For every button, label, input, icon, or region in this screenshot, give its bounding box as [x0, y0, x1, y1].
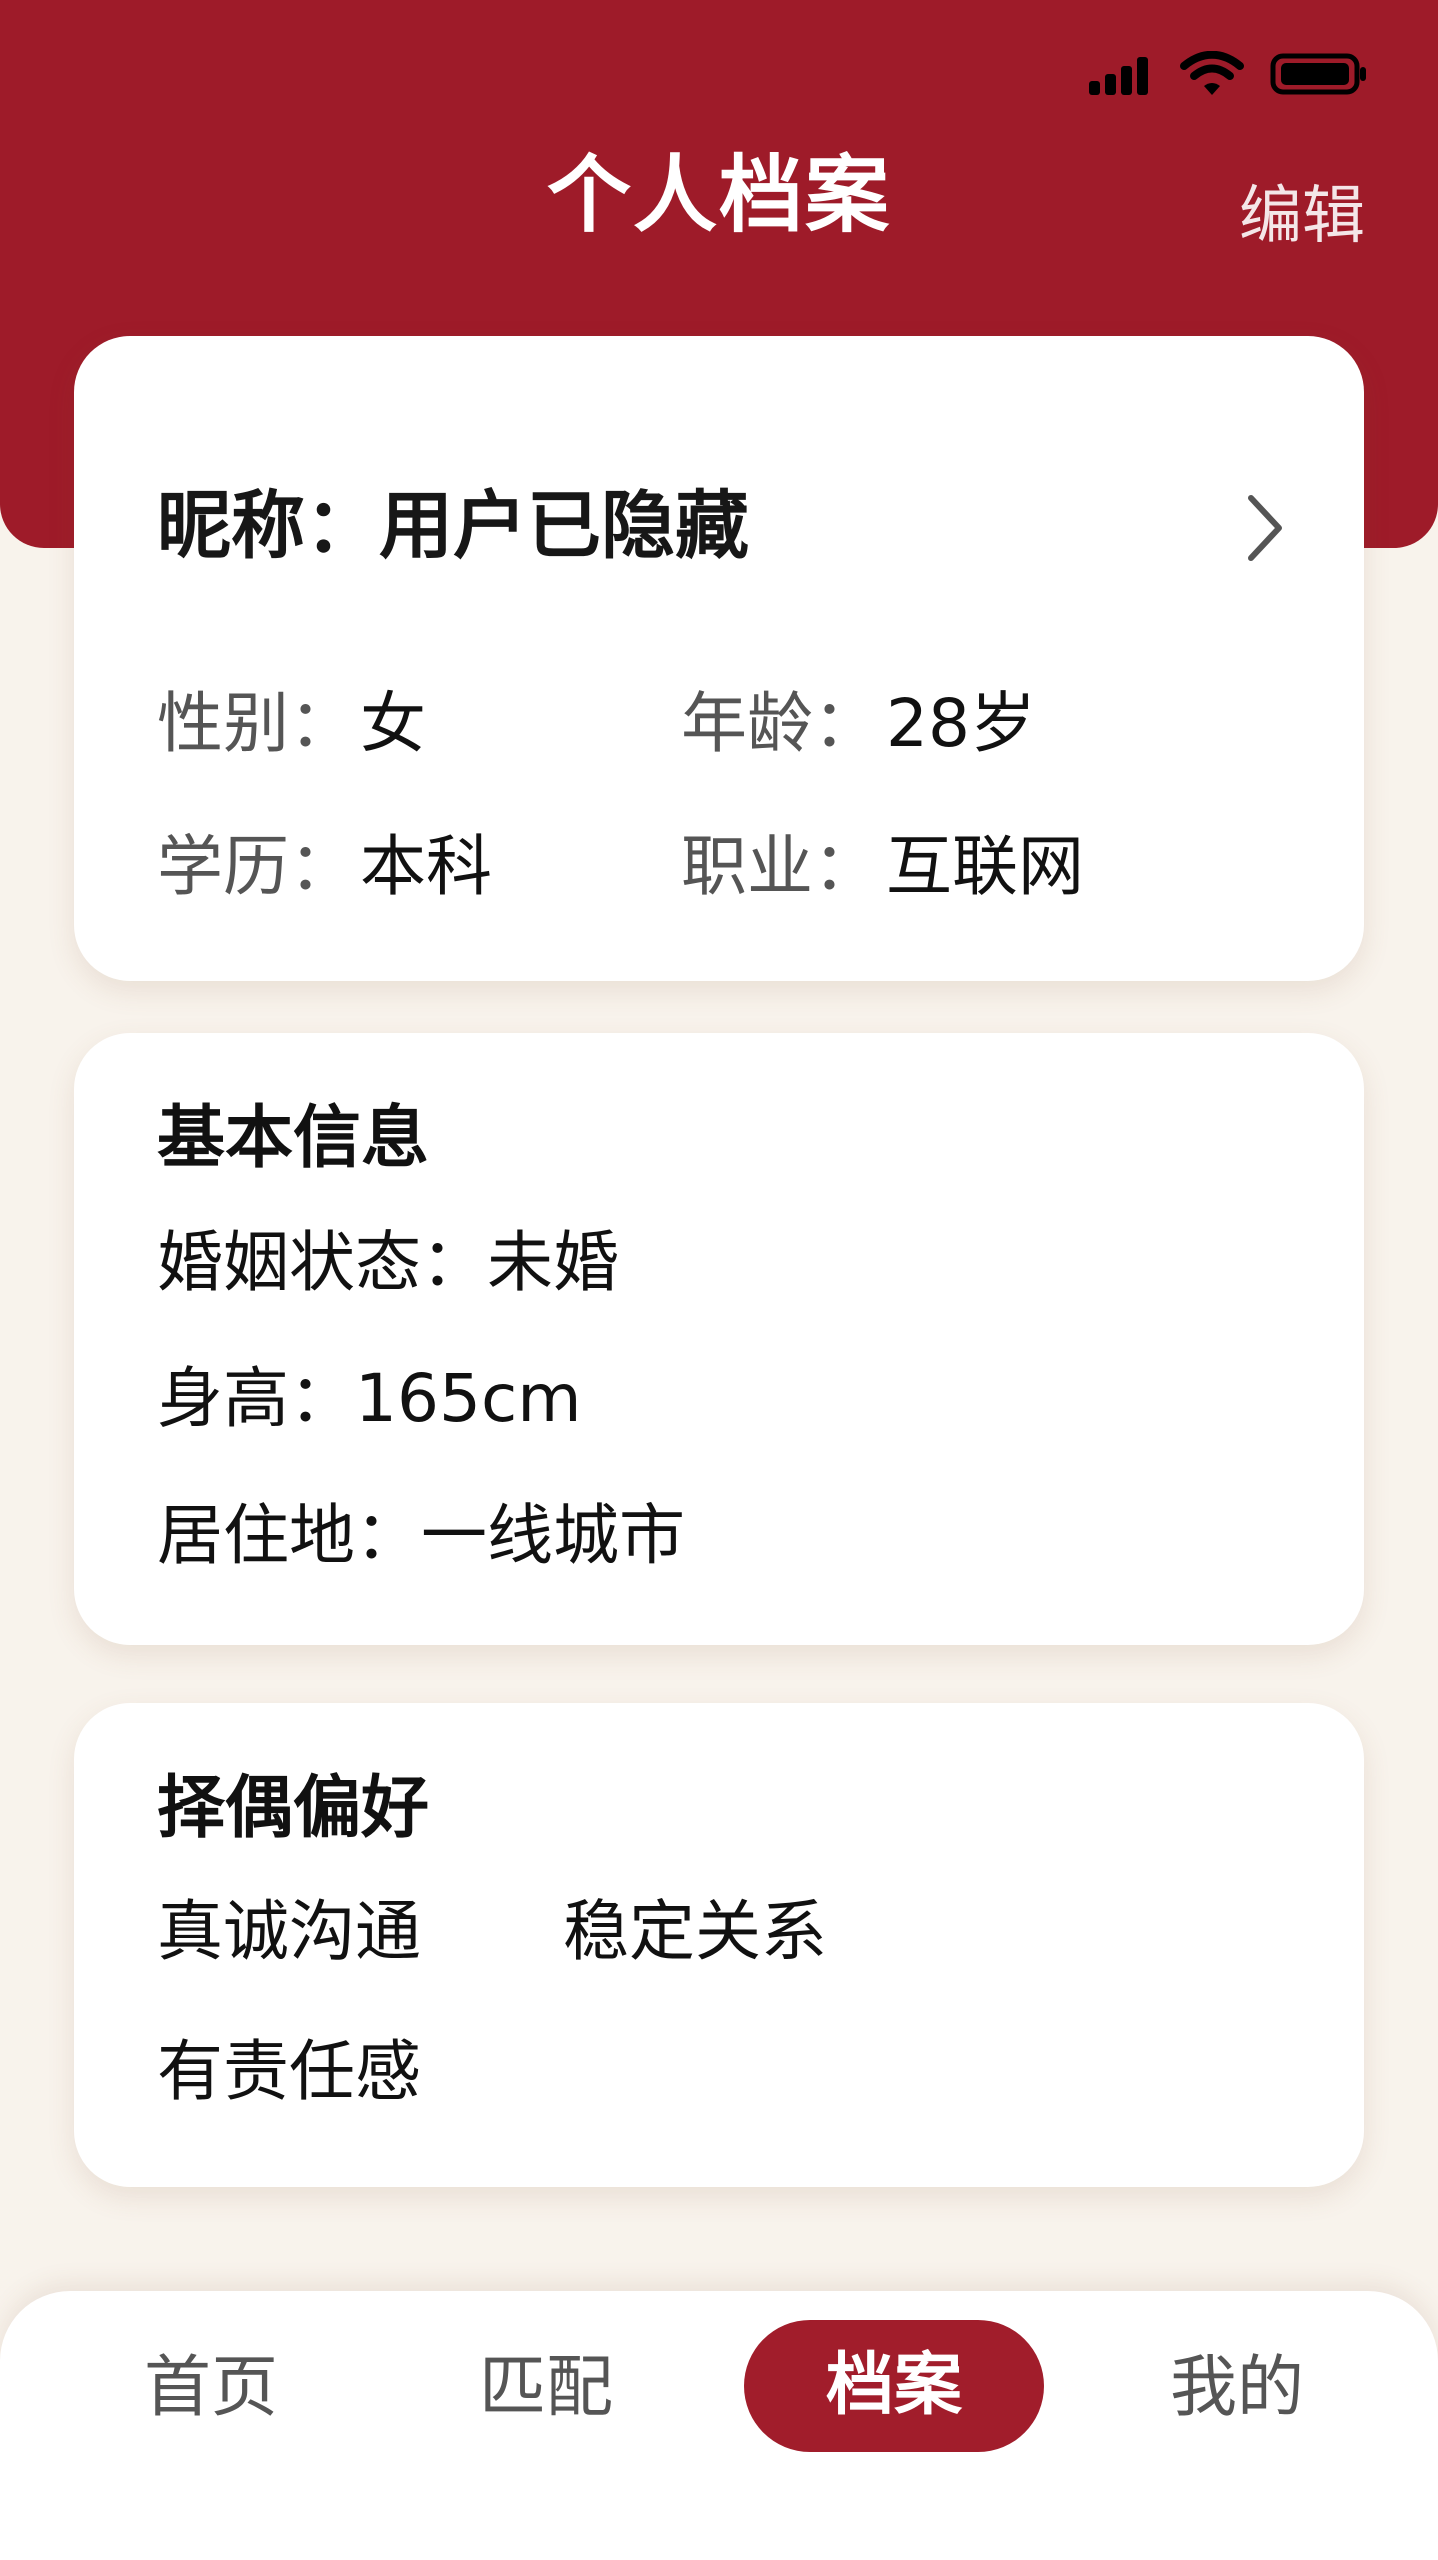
age-label: 年龄：	[681, 685, 879, 762]
occupation-label: 职业：	[681, 828, 879, 905]
chevron-right-icon[interactable]	[1237, 490, 1289, 566]
nav-match[interactable]: 匹配	[479, 2354, 613, 2421]
profile-screen: 个人档案 编辑 昵称：用户已隐藏 性别： 女 年龄： 28岁 学历： 本科 职业…	[0, 0, 1438, 2560]
preference-tag: 真诚沟通	[157, 1893, 421, 1970]
basic-info-title: 基本信息	[157, 1099, 430, 1178]
page-title: 个人档案	[546, 146, 891, 244]
partner-preferences-card: 择偶偏好 真诚沟通 稳定关系 有责任感	[74, 1703, 1364, 2187]
basic-info-card: 基本信息 婚姻状态：未婚 身高：165cm 居住地：一线城市	[74, 1033, 1364, 1645]
residence-info: 居住地：一线城市	[157, 1497, 685, 1574]
wifi-icon	[1180, 51, 1244, 97]
preference-tag: 有责任感	[157, 2033, 421, 2110]
nav-mine[interactable]: 我的	[1170, 2354, 1304, 2421]
nav-profile-active[interactable]: 档案	[744, 2320, 1044, 2452]
battery-icon	[1270, 52, 1369, 96]
edit-button[interactable]: 编辑	[1239, 184, 1365, 247]
education-value: 本科	[360, 828, 492, 905]
partner-preferences-title: 择偶偏好	[157, 1769, 430, 1848]
age-value: 28岁	[886, 685, 1036, 762]
gender-label: 性别：	[157, 685, 355, 762]
nav-home[interactable]: 首页	[144, 2354, 278, 2421]
status-bar	[1089, 46, 1369, 102]
marital-status: 婚姻状态：未婚	[157, 1224, 619, 1301]
profile-summary-card[interactable]: 昵称：用户已隐藏 性别： 女 年龄： 28岁 学历： 本科 职业： 互联网	[74, 336, 1364, 981]
education-label: 学历：	[157, 828, 355, 905]
occupation-value: 互联网	[886, 828, 1084, 905]
signal-icon	[1089, 53, 1154, 95]
height-info: 身高：165cm	[157, 1360, 582, 1437]
gender-value: 女	[360, 685, 426, 762]
preference-tag: 稳定关系	[563, 1893, 827, 1970]
nickname: 昵称：用户已隐藏	[157, 483, 749, 569]
